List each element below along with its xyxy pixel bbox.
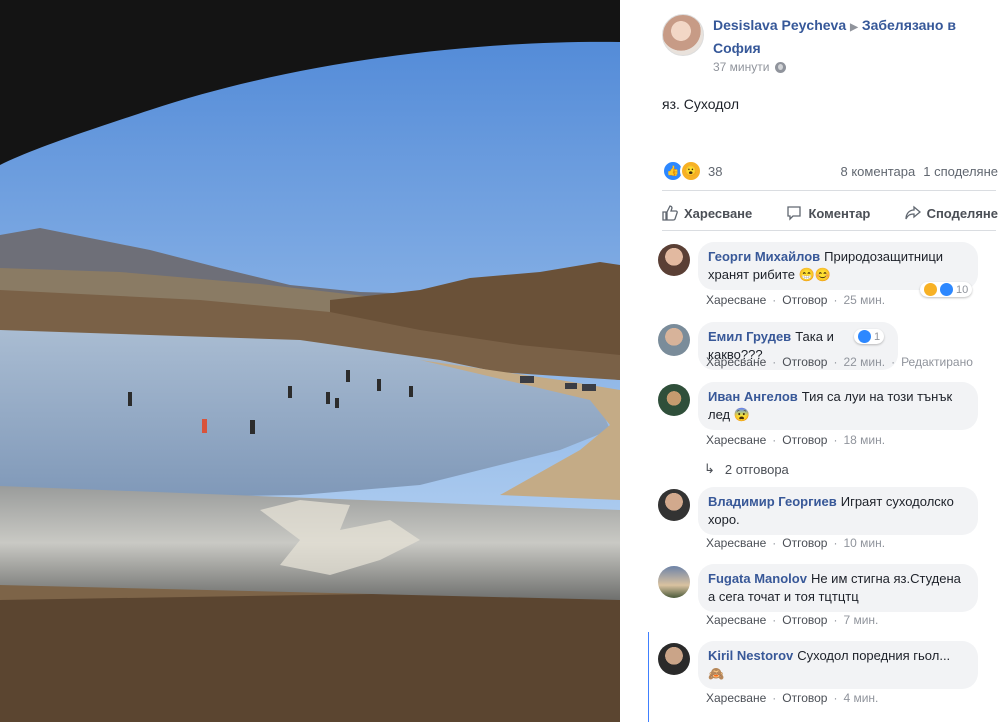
comment-bubble: Владимир Георгиев Играят суходолско хоро. [698,487,978,535]
dot: · [833,433,838,447]
reaction-badge-count: 1 [874,330,881,343]
comment-time[interactable]: 18 мин. [843,433,885,447]
like-button[interactable]: Харесване [662,198,752,228]
reaction-badge[interactable]: 1 [854,329,885,344]
comment-like-link[interactable]: Харесване [706,433,766,447]
view-replies-link[interactable]: ↳ 2 отговора [704,461,789,477]
dot: · [891,355,896,369]
comment-bubble: Иван Ангелов Тия са луи на този тънък лед… [698,382,978,430]
comment-like-link[interactable]: Харесване [706,293,766,307]
comment-author[interactable]: Kiril Nestorov [708,648,793,663]
poster-header: Desislava Peycheva ▶ Забелязано в София [713,15,993,58]
avatar[interactable] [658,489,690,521]
comments-count[interactable]: 8 коментара [841,164,916,179]
reaction-badge[interactable]: 10 [920,282,973,297]
post-time-text[interactable]: 37 минути [713,60,769,74]
dot: · [772,613,777,627]
edited-label[interactable]: Редактирано [901,355,973,369]
avatar[interactable] [658,384,690,416]
comment-time[interactable]: 25 мин. [843,293,885,307]
like-label: Харесване [684,205,753,221]
comment-label: Коментар [808,205,871,221]
comment-like-link[interactable]: Харесване [706,691,766,705]
comment-meta: Харесване · Отговор · 4 мин. [706,691,878,705]
share-icon [904,205,921,220]
avatar[interactable] [658,643,690,675]
like-icon [662,205,678,221]
comment-time[interactable]: 10 мин. [843,536,885,550]
comment-meta: Харесване · Отговор · 7 мин. [706,613,878,627]
dot: · [833,536,838,550]
comment-author[interactable]: Владимир Георгиев [708,494,837,509]
share-button[interactable]: Споделяне [904,198,998,228]
post-time: 37 минути [713,60,787,74]
comment-reply-link[interactable]: Отговор [782,613,827,627]
divider [662,230,996,231]
avatar[interactable] [658,244,690,276]
comment-reply-link[interactable]: Отговор [782,355,827,369]
comment-reply-link[interactable]: Отговор [782,536,827,550]
comment-meta: Харесване · Отговор · 18 мин. [706,433,885,447]
comment-meta: Харесване · Отговор · 22 мин. · Редактирано [706,355,973,369]
post-text: яз. Суходол [662,96,740,112]
comment-icon [787,206,802,221]
new-comment-indicator [648,632,649,722]
comment-author[interactable]: Fugata Manolov [708,571,807,586]
comment-time[interactable]: 22 мин. [843,355,885,369]
location-arrow-icon: ▶ [850,22,858,33]
comment-reply-link[interactable]: Отговор [782,691,827,705]
comment-author[interactable]: Георги Михайлов [708,249,820,264]
comment-author[interactable]: Иван Ангелов [708,389,798,404]
reply-arrow-icon: ↳ [704,461,715,476]
avatar[interactable] [658,566,690,598]
poster-name[interactable]: Desislava Peycheva [713,17,846,33]
dot: · [772,691,777,705]
reaction-summary: 👍 😮 38 8 коментара 1 споделяне [662,160,998,182]
comment-reply-link[interactable]: Отговор [782,293,827,307]
dot: · [772,433,777,447]
wow-icon[interactable]: 😮 [680,160,702,182]
dot: · [772,536,777,550]
like-icon [858,330,871,343]
shares-count[interactable]: 1 споделяне [923,164,998,179]
avatar[interactable] [658,324,690,356]
post-panel: Desislava Peycheva ▶ Забелязано в София 37… [620,0,1000,722]
dot: · [833,293,838,307]
comment-time[interactable]: 4 мин. [843,691,878,705]
comment-like-link[interactable]: Харесване [706,355,766,369]
comment-time[interactable]: 7 мин. [843,613,878,627]
dot: · [772,355,777,369]
like-icon [940,283,953,296]
comment-bubble: Fugata Manolov Не им стигна яз.Студена а … [698,564,978,612]
action-bar: Харесване Коментар Споделяне [662,198,998,228]
comment-bubble: Kiril Nestorov Суходол поредния гьол... 🙈 [698,641,978,689]
comment-like-link[interactable]: Харесване [706,613,766,627]
post-photo[interactable] [0,0,620,722]
dot: · [833,355,838,369]
reaction-count[interactable]: 38 [708,164,722,179]
reaction-badge-count: 10 [956,283,969,296]
replies-label: 2 отговора [724,461,789,477]
frozen-lake-photo [0,0,620,722]
divider [662,190,996,191]
counts: 8 коментара 1 споделяне [841,164,999,179]
comment-reply-link[interactable]: Отговор [782,433,827,447]
dot: · [772,293,777,307]
haha-icon [924,283,937,296]
comment-button[interactable]: Коментар [786,198,870,228]
comment-meta: Харесване · Отговор · 10 мин. [706,536,885,550]
share-label: Споделяне [926,205,998,221]
globe-icon [775,61,787,73]
dot: · [833,613,838,627]
dot: · [833,691,838,705]
comment-meta: Харесване · Отговор · 25 мин. [706,293,885,307]
poster-avatar[interactable] [662,14,704,56]
comment-author[interactable]: Емил Грудев [708,329,791,344]
comment-like-link[interactable]: Харесване [706,536,766,550]
